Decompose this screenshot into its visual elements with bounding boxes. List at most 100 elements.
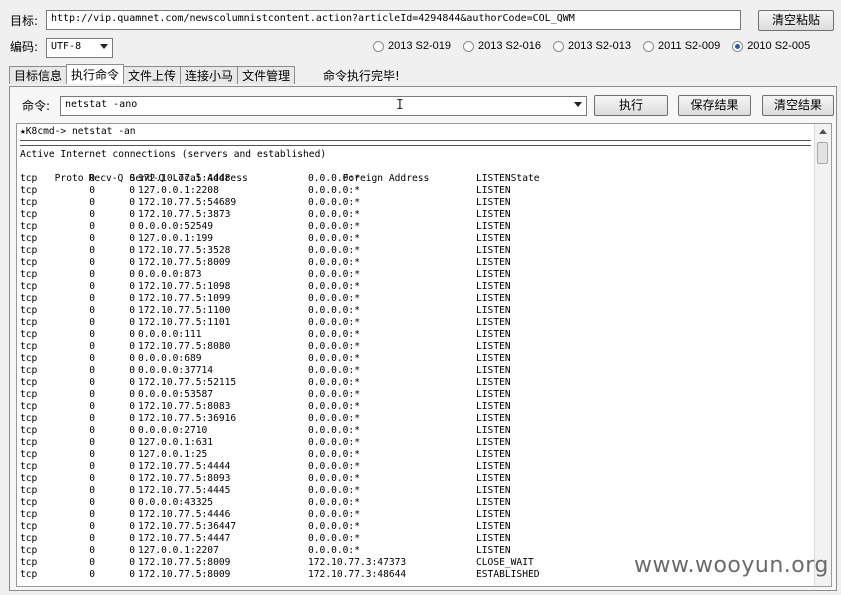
vertical-scrollbar[interactable] bbox=[814, 124, 831, 586]
connection-cell: 0 bbox=[129, 473, 135, 484]
connection-row: tcp 0 0 172.10.77.5:1099 0.0.0.0:* LISTEN bbox=[20, 293, 811, 305]
clear-result-button[interactable]: 清空结果 bbox=[762, 95, 834, 116]
tab-0[interactable]: 目标信息 bbox=[9, 66, 68, 84]
connection-cell: 0.0.0.0:* bbox=[308, 233, 360, 244]
connection-row: tcp 0 0 172.10.77.5:4448 0.0.0.0:* LISTEN bbox=[20, 173, 811, 185]
command-label: 命令: bbox=[22, 99, 51, 113]
connection-cell: 0 bbox=[89, 533, 95, 544]
connection-cell: LISTEN bbox=[476, 473, 511, 484]
connection-cell: 127.0.0.1:25 bbox=[138, 449, 208, 460]
connection-cell: LISTEN bbox=[476, 437, 511, 448]
scroll-up-icon[interactable] bbox=[815, 124, 831, 140]
connection-cell: LISTEN bbox=[476, 197, 511, 208]
connection-cell: tcp bbox=[20, 221, 38, 232]
connection-row: tcp 0 0 172.10.77.5:1100 0.0.0.0:* LISTEN bbox=[20, 305, 811, 317]
connection-row: tcp 0 0 172.10.77.5:1098 0.0.0.0:* LISTEN bbox=[20, 281, 811, 293]
connection-cell: 172.10.77.5:1100 bbox=[138, 305, 231, 316]
encoding-select[interactable]: UTF-8 bbox=[46, 38, 113, 58]
connection-cell: 172.10.77.5:36916 bbox=[138, 413, 237, 424]
connection-cell: 0 bbox=[89, 221, 95, 232]
connection-cell: 0 bbox=[89, 293, 95, 304]
server-option-label: 2013 S2-016 bbox=[478, 40, 541, 52]
connection-cell: 172.10.77.5:4448 bbox=[138, 173, 231, 184]
tab-2[interactable]: 文件上传 bbox=[123, 66, 182, 84]
connection-row: tcp 0 0 172.10.77.5:4445 0.0.0.0:* LISTEN bbox=[20, 485, 811, 497]
connection-cell: tcp bbox=[20, 209, 38, 220]
connection-cell: LISTEN bbox=[476, 209, 511, 220]
radio-icon[interactable] bbox=[463, 40, 474, 52]
connection-cell: tcp bbox=[20, 461, 38, 472]
connection-cell: 0 bbox=[89, 521, 95, 532]
connection-cell: 0.0.0.0:* bbox=[308, 437, 360, 448]
connection-cell: 0 bbox=[129, 449, 135, 460]
connection-cell: 172.10.77.5:1098 bbox=[138, 281, 231, 292]
tab-1[interactable]: 执行命令 bbox=[66, 64, 125, 84]
connection-cell: LISTEN bbox=[476, 245, 511, 256]
tab-3[interactable]: 连接小马 bbox=[180, 66, 239, 84]
connection-cell: 0 bbox=[89, 425, 95, 436]
server-option-label: 2013 S2-019 bbox=[388, 40, 451, 52]
connection-cell: tcp bbox=[20, 293, 38, 304]
command-input[interactable]: netstat -ano I bbox=[60, 96, 587, 116]
connection-row: tcp 0 0 127.0.0.1:199 0.0.0.0:* LISTEN bbox=[20, 233, 811, 245]
connection-cell: 0.0.0.0:* bbox=[308, 485, 360, 496]
connection-cell: 0.0.0.0:* bbox=[308, 173, 360, 184]
connection-cell: 0 bbox=[129, 401, 135, 412]
column-header: State bbox=[510, 173, 540, 184]
radio-icon[interactable] bbox=[553, 40, 564, 52]
server-option-radio[interactable]: 2013 S2-013 bbox=[553, 40, 631, 52]
connection-cell: ESTABLISHED bbox=[476, 569, 540, 580]
terminal-output[interactable]: ★K8cmd-> netstat -an Active Internet con… bbox=[16, 123, 832, 587]
connection-cell: 0 bbox=[129, 197, 135, 208]
connection-cell: tcp bbox=[20, 197, 38, 208]
connection-cell: 0 bbox=[89, 389, 95, 400]
scroll-thumb[interactable] bbox=[817, 142, 828, 164]
connection-cell: tcp bbox=[20, 425, 38, 436]
connection-cell: 0 bbox=[89, 257, 95, 268]
connection-cell: 0.0.0.0:873 bbox=[138, 269, 202, 280]
connection-cell: 0.0.0.0:* bbox=[308, 185, 360, 196]
connection-cell: 0.0.0.0:53587 bbox=[138, 389, 214, 400]
server-option-label: 2010 S2-005 bbox=[747, 40, 811, 52]
radio-icon[interactable] bbox=[732, 40, 744, 52]
connection-cell: LISTEN bbox=[476, 545, 511, 556]
connection-cell: LISTEN bbox=[476, 533, 511, 544]
connection-cell: tcp bbox=[20, 173, 38, 184]
connection-cell: 0 bbox=[89, 209, 95, 220]
connection-cell: 0.0.0.0:* bbox=[308, 545, 360, 556]
connection-cell: LISTEN bbox=[476, 497, 511, 508]
server-option-radio[interactable]: 2013 S2-019 bbox=[373, 40, 451, 52]
connection-cell: tcp bbox=[20, 485, 38, 496]
connection-row: tcp 0 0 127.0.0.1:631 0.0.0.0:* LISTEN bbox=[20, 437, 811, 449]
connection-row: tcp 0 0 0.0.0.0:43325 0.0.0.0:* LISTEN bbox=[20, 497, 811, 509]
connection-cell: tcp bbox=[20, 473, 38, 484]
connection-cell: 0 bbox=[89, 197, 95, 208]
server-option-radio[interactable]: 2013 S2-016 bbox=[463, 40, 541, 52]
target-url-input[interactable]: http://vip.quamnet.com/newscolumnistcont… bbox=[46, 10, 741, 30]
server-option-radio[interactable]: 2010 S2-005 bbox=[732, 40, 810, 52]
server-options: 2013 S2-019 2013 S2-016 2013 S2-013 2011 S2… bbox=[373, 40, 810, 52]
execute-button[interactable]: 执行 bbox=[594, 95, 668, 116]
chevron-down-icon bbox=[574, 102, 582, 107]
connection-row: tcp 0 0 172.10.77.5:8009 0.0.0.0:* LISTEN bbox=[20, 257, 811, 269]
connection-cell: 0.0.0.0:* bbox=[308, 353, 360, 364]
connection-cell: 0 bbox=[89, 305, 95, 316]
clear-paste-button[interactable]: 清空粘贴 bbox=[758, 10, 834, 31]
connection-cell: 0 bbox=[89, 461, 95, 472]
server-option-radio[interactable]: 2011 S2-009 bbox=[643, 40, 720, 52]
connection-cell: 0 bbox=[129, 425, 135, 436]
connection-cell: 0 bbox=[89, 449, 95, 460]
connection-cell: 0 bbox=[89, 353, 95, 364]
connection-cell: LISTEN bbox=[476, 449, 511, 460]
connection-cell: tcp bbox=[20, 437, 38, 448]
tab-4[interactable]: 文件管理 bbox=[237, 66, 296, 84]
radio-icon[interactable] bbox=[373, 40, 384, 52]
connection-row: tcp 0 0 127.0.0.1:2208 0.0.0.0:* LISTEN bbox=[20, 185, 811, 197]
connection-cell: 0 bbox=[89, 341, 95, 352]
connection-cell: 172.10.77.5:1099 bbox=[138, 293, 231, 304]
radio-icon[interactable] bbox=[643, 40, 654, 52]
connection-cell: 0 bbox=[129, 377, 135, 388]
terminal-prompt: ★K8cmd-> netstat -an bbox=[20, 126, 136, 137]
save-result-button[interactable]: 保存结果 bbox=[678, 95, 751, 116]
connection-row: tcp 0 0 172.10.77.5:3873 0.0.0.0:* LISTEN bbox=[20, 209, 811, 221]
